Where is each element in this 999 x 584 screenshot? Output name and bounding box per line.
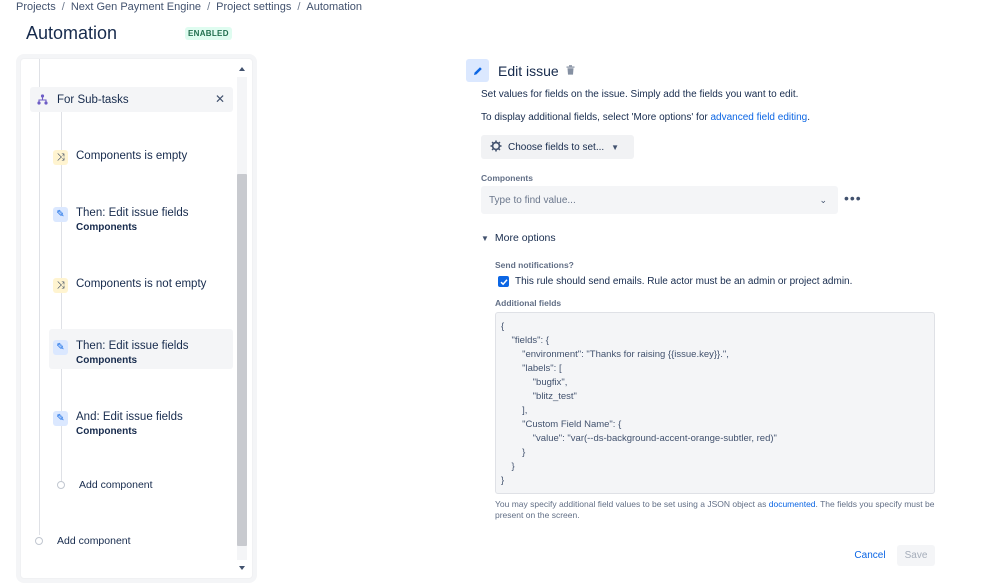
components-placeholder: Type to find value... [489, 194, 576, 206]
add-dot-icon [35, 537, 43, 545]
additional-fields-label: Additional fields [495, 298, 562, 308]
edit-issue-title: Edit issue [498, 63, 559, 79]
cancel-button[interactable]: Cancel [848, 545, 892, 566]
shuffle-icon: ⤨ [53, 278, 68, 293]
advanced-field-editing-link[interactable]: advanced field editing [711, 112, 808, 123]
pencil-icon [466, 59, 489, 82]
page-title: Automation [26, 23, 118, 43]
additional-fields-hint: To display additional fields, select 'Mo… [481, 112, 810, 123]
breadcrumb-projects[interactable]: Projects [16, 1, 56, 13]
documented-link[interactable]: documented [769, 499, 816, 509]
additional-fields-json-input[interactable]: { "fields": { "environment": "Thanks for… [495, 312, 935, 494]
json-line: ], [501, 405, 528, 416]
chevron-down-icon: ▼ [481, 233, 489, 243]
add-component-label: Add component [79, 479, 153, 491]
json-line: "bugfix", [501, 377, 568, 388]
component-title: Components is not empty [76, 278, 207, 290]
more-options-toggle[interactable]: ▼ More options [481, 232, 556, 244]
pencil-icon: ✎ [53, 340, 68, 355]
json-line: "environment": "Thanks for raising {{iss… [501, 349, 729, 360]
breadcrumb-separator: / [61, 1, 65, 13]
component-action-edit-selected[interactable]: ✎ Then: Edit issue fields Components [49, 329, 233, 369]
json-line: } [501, 461, 515, 472]
breadcrumb-separator: / [297, 1, 301, 13]
component-condition-not-empty[interactable]: ⤨ Components is not empty [49, 267, 233, 305]
pencil-icon: ✎ [53, 207, 68, 222]
components-select[interactable]: Type to find value... ⌄ [481, 186, 838, 214]
chevron-down-icon: ▼ [611, 142, 620, 152]
breadcrumb-project-settings[interactable]: Project settings [216, 1, 291, 13]
chevron-down-icon: ⌄ [819, 195, 827, 205]
component-action-and-edit[interactable]: ✎ And: Edit issue fields Components [49, 400, 233, 440]
add-component-inner-button[interactable]: Add component [57, 479, 153, 491]
scroll-down-arrow-icon[interactable] [239, 566, 245, 570]
json-line: "Custom Field Name": { [501, 419, 622, 430]
json-line: { [501, 321, 505, 332]
breadcrumb-project[interactable]: Next Gen Payment Engine [71, 1, 201, 13]
components-field-label: Components [481, 173, 533, 183]
component-title: Then: Edit issue fields [76, 340, 189, 352]
edit-description: Set values for fields on the issue. Simp… [481, 89, 799, 100]
scroll-thumb[interactable] [237, 174, 247, 546]
scroll-up-arrow-icon[interactable] [239, 67, 245, 71]
hint-prefix: To display additional fields, select 'Mo… [481, 112, 711, 123]
json-line: } [501, 447, 526, 458]
component-title: And: Edit issue fields [76, 411, 183, 423]
component-subtitle: Components [76, 426, 138, 437]
send-notifications-label: Send notifications? [495, 260, 574, 270]
component-action-edit[interactable]: ✎ Then: Edit issue fields Components [49, 196, 233, 236]
send-notifications-checkbox[interactable] [498, 276, 509, 287]
status-badge: ENABLED [185, 27, 232, 40]
trash-icon[interactable] [566, 65, 575, 78]
rule-flow-panel: For Sub-tasks ✕ ⤨ Components is empty ✎ … [20, 58, 253, 579]
breadcrumb-separator: / [207, 1, 211, 13]
component-title: Components is empty [76, 150, 188, 162]
send-notifications-text: This rule should send emails. Rule actor… [515, 276, 853, 287]
json-line: "fields": { [501, 335, 549, 346]
more-options-label: More options [494, 232, 556, 244]
json-line: } [501, 475, 505, 486]
shuffle-icon: ⤨ [53, 150, 68, 165]
additional-fields-help: You may specify additional field values … [495, 499, 940, 521]
gear-icon [490, 140, 502, 155]
json-line: "blitz_test" [501, 391, 577, 402]
component-subtitle: Components [76, 355, 138, 366]
pencil-icon: ✎ [53, 411, 68, 426]
json-line: "value": "var(--ds-background-accent-ora… [501, 433, 777, 444]
breadcrumb-automation[interactable]: Automation [306, 1, 362, 13]
component-condition-empty[interactable]: ⤨ Components is empty [49, 139, 233, 177]
branch-for-subtasks[interactable]: For Sub-tasks ✕ [30, 87, 233, 112]
breadcrumb: Projects / Next Gen Payment Engine / Pro… [16, 1, 362, 13]
hint-suffix: . [807, 112, 811, 123]
choose-fields-button[interactable]: Choose fields to set... ▼ [481, 135, 634, 159]
branch-icon [36, 94, 48, 106]
add-component-label: Add component [57, 535, 131, 547]
save-button[interactable]: Save [897, 545, 935, 566]
help-prefix: You may specify additional field values … [495, 499, 769, 509]
scrollbar[interactable] [237, 59, 248, 578]
add-component-outer-button[interactable]: Add component [35, 535, 131, 547]
add-dot-icon [57, 481, 65, 489]
flow-line [39, 59, 40, 535]
component-subtitle: Components [76, 222, 138, 233]
close-icon[interactable]: ✕ [215, 92, 225, 106]
json-line: "labels": [ [501, 363, 562, 374]
more-actions-icon[interactable]: ••• [844, 190, 862, 206]
branch-label: For Sub-tasks [57, 93, 129, 106]
component-title: Then: Edit issue fields [76, 207, 189, 219]
choose-fields-label: Choose fields to set... [508, 141, 605, 153]
